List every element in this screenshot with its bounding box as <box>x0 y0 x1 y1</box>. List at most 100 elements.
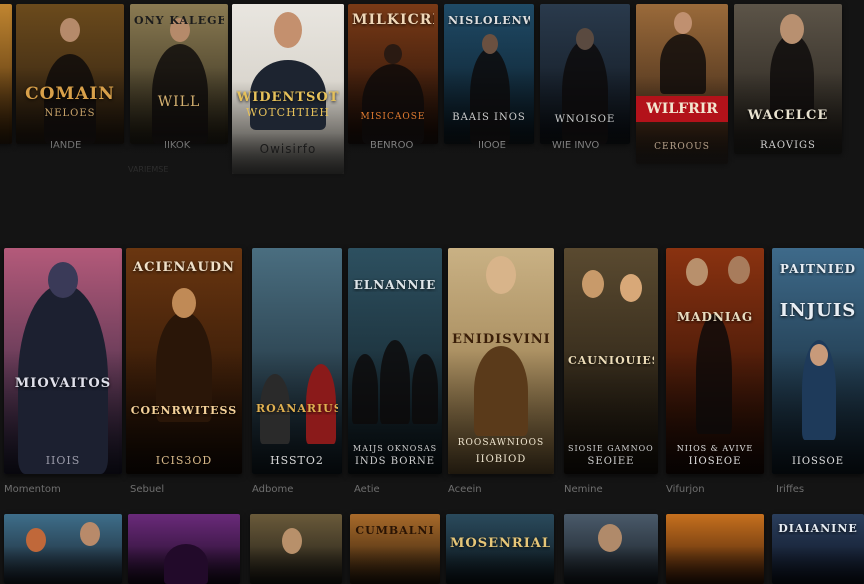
poster-title: ACIENAUDN <box>133 260 235 275</box>
poster-title-secondary: COENRWITESS <box>130 404 238 417</box>
poster-subtitle: IIOIS <box>45 454 81 467</box>
poster-subtitle: MISICAOSE <box>360 112 426 122</box>
poster-caption: IIOOE <box>478 140 506 151</box>
poster-card[interactable]: MADNIAG NIIOS & AVIVE IIOSEOE <box>666 248 764 474</box>
row-middle: MIOVAITOS IIOIS Momentom ACIENAUDN COENR… <box>0 246 864 500</box>
character-figure <box>352 354 378 424</box>
poster-card[interactable]: MOSENRIAL <box>446 514 554 584</box>
poster-card[interactable] <box>0 4 12 144</box>
character-face <box>486 256 516 294</box>
character-face <box>26 528 46 552</box>
poster-subtitle: WOTCHTIEH <box>246 106 330 119</box>
poster-title: MIOVAITOS <box>14 376 112 391</box>
poster-card[interactable] <box>4 514 122 584</box>
poster-caption: Aetie <box>354 484 380 495</box>
poster-card[interactable] <box>128 514 240 584</box>
poster-subtitle: NELOES <box>44 108 96 119</box>
poster-card[interactable]: ACIENAUDN COENRWITESS ICIS3OD <box>126 248 242 474</box>
poster-card[interactable]: ONY KALEGE WILL <box>130 4 228 144</box>
character-figure <box>380 340 410 424</box>
poster-caption: BENROO <box>370 140 414 151</box>
character-face <box>48 262 78 298</box>
poster-card[interactable]: ELNANNIE MAIJS OKNOSAS INDS BORNE <box>348 248 442 474</box>
poster-art <box>4 514 122 584</box>
poster-title-secondary: NIIOS & AVIVE <box>676 444 754 453</box>
poster-title: WIDENTSOT <box>236 90 340 105</box>
poster-caption: Owisirfo <box>259 142 317 156</box>
character-face <box>172 288 196 318</box>
poster-card[interactable] <box>666 514 764 584</box>
character-face <box>598 524 622 552</box>
character-face <box>728 256 750 284</box>
poster-title: ENIDISVINIS <box>452 332 550 347</box>
character-figure <box>696 314 732 434</box>
poster-caption: Adbome <box>252 484 294 495</box>
poster-subtitle: IIOSSOE <box>791 456 845 467</box>
poster-card-selected[interactable]: WIDENTSOT WOTCHTIEH Owisirfo <box>232 4 344 174</box>
character-face <box>482 34 498 54</box>
poster-caption: WIE INVO <box>552 140 600 151</box>
poster-card[interactable]: WNOISOE <box>540 4 630 144</box>
character-face <box>274 12 302 48</box>
character-figure <box>470 48 510 144</box>
poster-caption: Momentom <box>4 484 61 495</box>
character-figure <box>660 34 706 94</box>
poster-subtitle: WILL <box>157 94 201 110</box>
poster-caption: CEROOUS <box>654 142 710 152</box>
poster-title-banner: WILFRIR <box>636 96 728 122</box>
poster-title: PAITNIED <box>779 262 857 276</box>
poster-title-secondary: MAIJS OKNOSAS <box>352 444 438 453</box>
character-face <box>80 522 100 546</box>
poster-card[interactable]: CUMBALNI <box>350 514 440 584</box>
poster-card[interactable]: CAUNIOUIES SIOSIE GAMNOOS SEOIEE <box>564 248 658 474</box>
row-small-label: VARIEMSE <box>128 165 169 174</box>
poster-card[interactable]: MILKICRIE MISICAOSE <box>348 4 438 144</box>
poster-card[interactable]: DIAIANINE <box>772 514 864 584</box>
poster-card[interactable] <box>250 514 342 584</box>
character-figure <box>562 40 608 144</box>
poster-card[interactable] <box>564 514 658 584</box>
poster-card[interactable]: ROANARIUSS HSSTO2 <box>252 248 342 474</box>
poster-title: CUMBALNI <box>355 524 435 537</box>
poster-title: WACELCE <box>747 108 829 123</box>
poster-subtitle: IIOBIOD <box>475 454 527 465</box>
row-top: COMAIN NELOES IANDE ONY KALEGE WILL IIKO… <box>0 0 864 190</box>
character-face <box>674 12 692 34</box>
character-face <box>282 528 302 554</box>
poster-title-secondary: SIOSIE GAMNOOS <box>568 444 654 453</box>
poster-card[interactable]: PAITNIED INJUIS IIOSSOE <box>772 248 864 474</box>
character-face <box>686 258 708 286</box>
poster-art <box>666 514 764 584</box>
poster-art <box>0 4 12 144</box>
poster-card[interactable]: WACELCE RAOVIGS <box>734 4 842 154</box>
poster-title: ELNANNIE <box>353 278 437 292</box>
row-bottom: CUMBALNI MOSENRIAL DIAIANINE <box>0 514 864 584</box>
poster-caption: IANDE <box>50 140 82 151</box>
poster-subtitle: WNOISOE <box>554 114 616 125</box>
poster-title: DIAIANINE <box>778 522 858 535</box>
poster-subtitle: BAAIS INOS <box>452 112 526 123</box>
character-face <box>384 44 402 64</box>
poster-caption: Vifurjon <box>666 484 705 495</box>
poster-title: MILKICRIE <box>352 12 434 28</box>
poster-title: MOSENRIAL <box>450 536 550 551</box>
poster-subtitle: ICIS3OD <box>155 454 213 467</box>
character-figure <box>474 346 528 436</box>
poster-card[interactable]: NISLOLENWE BAAIS INOS <box>444 4 534 144</box>
poster-card[interactable]: COMAIN NELOES <box>16 4 124 144</box>
poster-title: MADNIAG <box>676 310 754 324</box>
character-face <box>620 274 642 302</box>
poster-caption: Nemine <box>564 484 603 495</box>
poster-card[interactable]: ENIDISVINIS ROOSAWNIOOS IIOBIOD <box>448 248 554 474</box>
poster-subtitle: SEOIEE <box>587 456 635 467</box>
poster-caption: RAOVIGS <box>760 140 816 151</box>
poster-card[interactable]: WILFRIR CEROOUS <box>636 4 728 164</box>
character-face <box>810 344 828 366</box>
poster-title-secondary: ROOSAWNIOOS <box>457 438 545 448</box>
character-face <box>576 28 594 50</box>
poster-card[interactable]: MIOVAITOS IIOIS <box>4 248 122 474</box>
character-face <box>780 14 804 44</box>
character-figure <box>362 64 424 144</box>
character-face <box>60 18 80 42</box>
poster-title: COMAIN <box>25 84 115 104</box>
